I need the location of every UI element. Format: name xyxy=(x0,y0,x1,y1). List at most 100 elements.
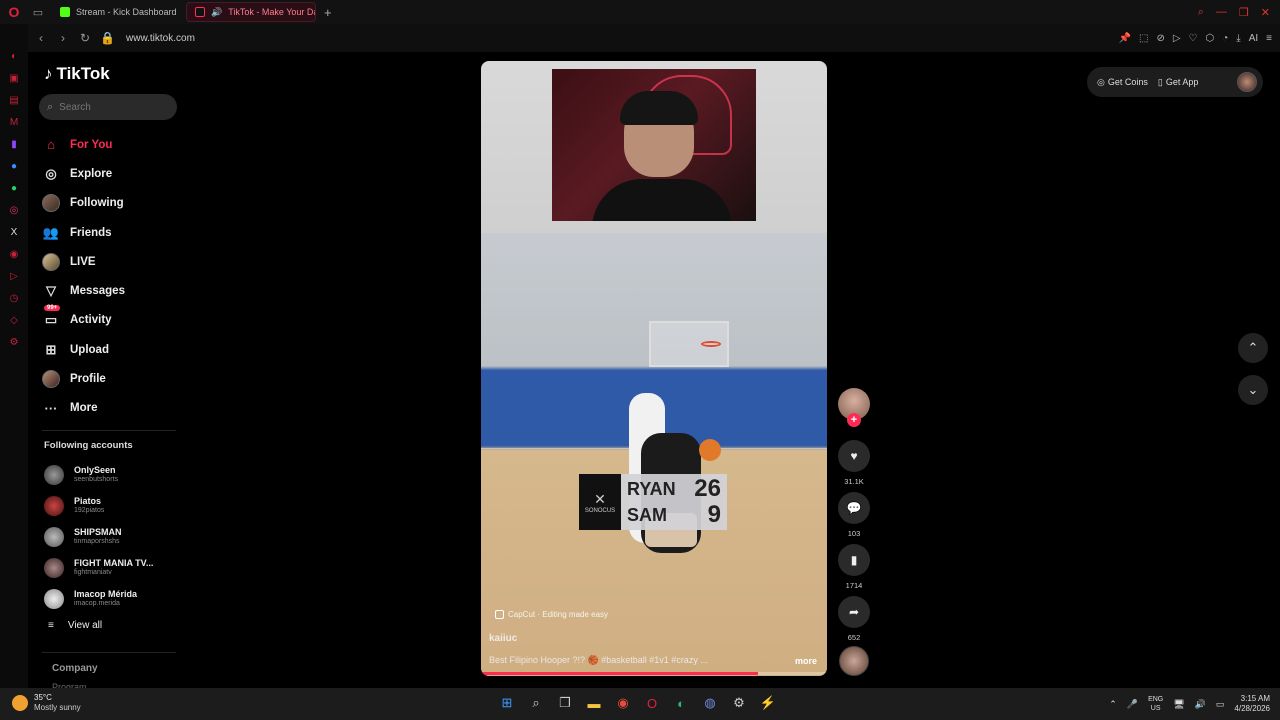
search-bar: ⌕ xyxy=(39,94,177,120)
forward-icon[interactable]: › xyxy=(56,31,70,45)
workspaces-icon[interactable]: ▭ xyxy=(28,0,48,24)
tab-search-icon[interactable]: ⌕ xyxy=(1198,6,1204,19)
capcut-tag[interactable]: CapCut · Editing made easy xyxy=(495,610,608,619)
creator-avatar[interactable]: + xyxy=(838,388,870,427)
minimize-icon[interactable]: — xyxy=(1216,6,1227,18)
comment-button[interactable]: 💬 xyxy=(838,492,870,524)
search-icon[interactable]: ⌕ xyxy=(47,101,53,114)
opera-gx-icon[interactable]: O xyxy=(643,692,661,714)
user-avatar[interactable] xyxy=(1237,72,1257,92)
get-coins-button[interactable]: ◎ Get Coins xyxy=(1097,77,1148,88)
nav-for-you[interactable]: ⌂ For You xyxy=(42,130,182,159)
time: 3:15 AM xyxy=(1240,694,1270,703)
nav-activity[interactable]: ▭ 99+ Activity xyxy=(42,305,182,335)
nav-more[interactable]: ··· More xyxy=(42,394,182,423)
heart-icon[interactable]: ♡ xyxy=(1189,33,1198,44)
sidebar-m-icon[interactable]: M xyxy=(8,116,20,128)
weather-temp: 35°C xyxy=(34,693,52,702)
nav-explore[interactable]: ◎ Explore xyxy=(42,159,182,188)
tab-audio-icon[interactable]: 🔊 xyxy=(211,7,222,18)
list-item[interactable]: Piatos 192piatos xyxy=(44,491,184,522)
nav-label: Friends xyxy=(70,226,112,239)
list-item[interactable]: FIGHT MANIA TV... fightmaniatv xyxy=(44,552,184,583)
nav-friends[interactable]: 👥 Friends xyxy=(42,218,182,247)
account-icon[interactable]: ◔ xyxy=(1222,33,1228,44)
music-disc-icon[interactable] xyxy=(839,646,869,676)
adblock-icon[interactable]: ⊘ xyxy=(1156,33,1164,44)
network-icon[interactable]: 🖥 xyxy=(1173,699,1184,710)
maximize-icon[interactable]: ❐ xyxy=(1239,6,1249,19)
sidebar-x-icon[interactable]: X xyxy=(8,226,20,238)
video-author[interactable]: kaiiuc xyxy=(489,633,517,644)
tab-tiktok[interactable]: 🔊 TikTok - Make Your Da xyxy=(186,2,316,22)
close-icon[interactable]: ✕ xyxy=(1261,6,1270,19)
download-icon[interactable]: ⤓ xyxy=(1236,33,1240,44)
menu-icon[interactable]: ≡ xyxy=(1266,33,1272,44)
player-icon[interactable]: ▷ xyxy=(1173,33,1181,44)
video-progress-bar[interactable] xyxy=(481,672,827,675)
video-player[interactable]: ✕ SONOCUS RYAN 26 SAM 9 CapCut · Editing… xyxy=(481,61,827,676)
edge-icon[interactable]: ◐ xyxy=(672,692,690,714)
view-all-link[interactable]: ≡ View all xyxy=(48,620,102,631)
pin-icon[interactable]: 📌 xyxy=(1119,33,1131,44)
microphone-icon[interactable]: 🎤 xyxy=(1127,699,1138,710)
chrome-icon[interactable]: ◉ xyxy=(614,692,632,714)
sidebar-music-icon[interactable]: ◉ xyxy=(8,248,20,260)
tiktok-logo[interactable]: ♪ TikTok xyxy=(44,64,110,84)
search-input[interactable] xyxy=(59,101,160,113)
sidebar-messenger-icon[interactable]: ● xyxy=(8,160,20,172)
sidebar-history-icon[interactable]: ◷ xyxy=(8,292,20,304)
new-tab-button[interactable]: + xyxy=(324,5,332,20)
url-field[interactable]: www.tiktok.com xyxy=(126,33,195,44)
nav-profile[interactable]: Profile xyxy=(42,364,182,393)
reload-icon[interactable]: ↻ xyxy=(78,31,92,45)
get-coins-label: Get Coins xyxy=(1107,77,1148,87)
next-video-button[interactable]: ⌄ xyxy=(1238,375,1268,405)
nav-messages[interactable]: ▽ Messages xyxy=(42,276,182,305)
back-icon[interactable]: ‹ xyxy=(34,31,48,45)
opera-sidebar: ◐ ▣ ▤ M ▮ ● ● ◎ X ◉ ▷ ◷ ◇ ⚙ xyxy=(0,24,28,688)
list-item[interactable]: SHIPSMAN tinmaporshshs xyxy=(44,522,184,553)
language-indicator[interactable]: ENG US xyxy=(1148,695,1163,713)
tab-kick-dashboard[interactable]: Stream - Kick Dashboard xyxy=(52,2,182,22)
snapshot-icon[interactable]: ⬚ xyxy=(1139,33,1148,44)
clock[interactable]: 3:15 AM 4/28/2026 xyxy=(1234,694,1270,714)
opera-logo-icon[interactable]: O xyxy=(0,0,28,24)
ai-button[interactable]: AI xyxy=(1249,33,1258,44)
nav-upload[interactable]: ⊞ Upload xyxy=(42,335,182,364)
previous-video-button[interactable]: ⌃ xyxy=(1238,333,1268,363)
steam-icon[interactable]: ⚙ xyxy=(730,692,748,714)
lang-bottom: US xyxy=(1150,705,1161,712)
sidebar-instagram-icon[interactable]: ◎ xyxy=(8,204,20,216)
extensions-icon[interactable]: ⬡ xyxy=(1206,33,1215,44)
share-button[interactable]: ➦ xyxy=(838,596,870,628)
sidebar-settings-icon[interactable]: ⚙ xyxy=(8,336,20,348)
sidebar-player-icon[interactable]: ▷ xyxy=(8,270,20,282)
chevron-up-icon[interactable]: ⌃ xyxy=(1109,699,1117,710)
battery-icon[interactable]: ▭ xyxy=(1216,699,1225,710)
sidebar-twitch-icon[interactable]: ▮ xyxy=(8,138,20,150)
sidebar-whatsapp-icon[interactable]: ● xyxy=(8,182,20,194)
weather-widget[interactable]: 35°C Mostly sunny xyxy=(12,693,81,713)
get-app-button[interactable]: ▯ Get App xyxy=(1158,77,1198,88)
sidebar-downloads-icon[interactable]: ◇ xyxy=(8,314,20,326)
save-button[interactable]: ▮ xyxy=(838,544,870,576)
volume-icon[interactable]: 🔊 xyxy=(1195,699,1206,710)
nav-following[interactable]: Following xyxy=(42,189,182,218)
nav-live[interactable]: LIVE xyxy=(42,247,182,276)
sidebar-aria-icon[interactable]: ◐ xyxy=(8,50,20,62)
discord-icon[interactable]: ◍ xyxy=(701,692,719,714)
more-button[interactable]: more xyxy=(795,656,817,666)
list-item[interactable]: OnlySeen seenbutshorts xyxy=(44,460,184,491)
sidebar-bag-icon[interactable]: ▣ xyxy=(8,72,20,84)
task-view-icon[interactable]: ❐ xyxy=(556,692,574,714)
list-item[interactable]: Imacop Mérida imacop.merida xyxy=(44,583,184,614)
search-icon[interactable]: ⌕ xyxy=(527,692,545,714)
sidebar-box-icon[interactable]: ▤ xyxy=(8,94,20,106)
footer-company-link[interactable]: Company xyxy=(52,663,98,674)
app-icon[interactable]: ⚡ xyxy=(759,692,777,714)
follow-plus-icon[interactable]: + xyxy=(847,413,861,427)
file-explorer-icon[interactable]: ▬ xyxy=(585,692,603,714)
like-button[interactable]: ♥ xyxy=(838,440,870,472)
windows-start-icon[interactable]: ⊞ xyxy=(498,692,516,714)
